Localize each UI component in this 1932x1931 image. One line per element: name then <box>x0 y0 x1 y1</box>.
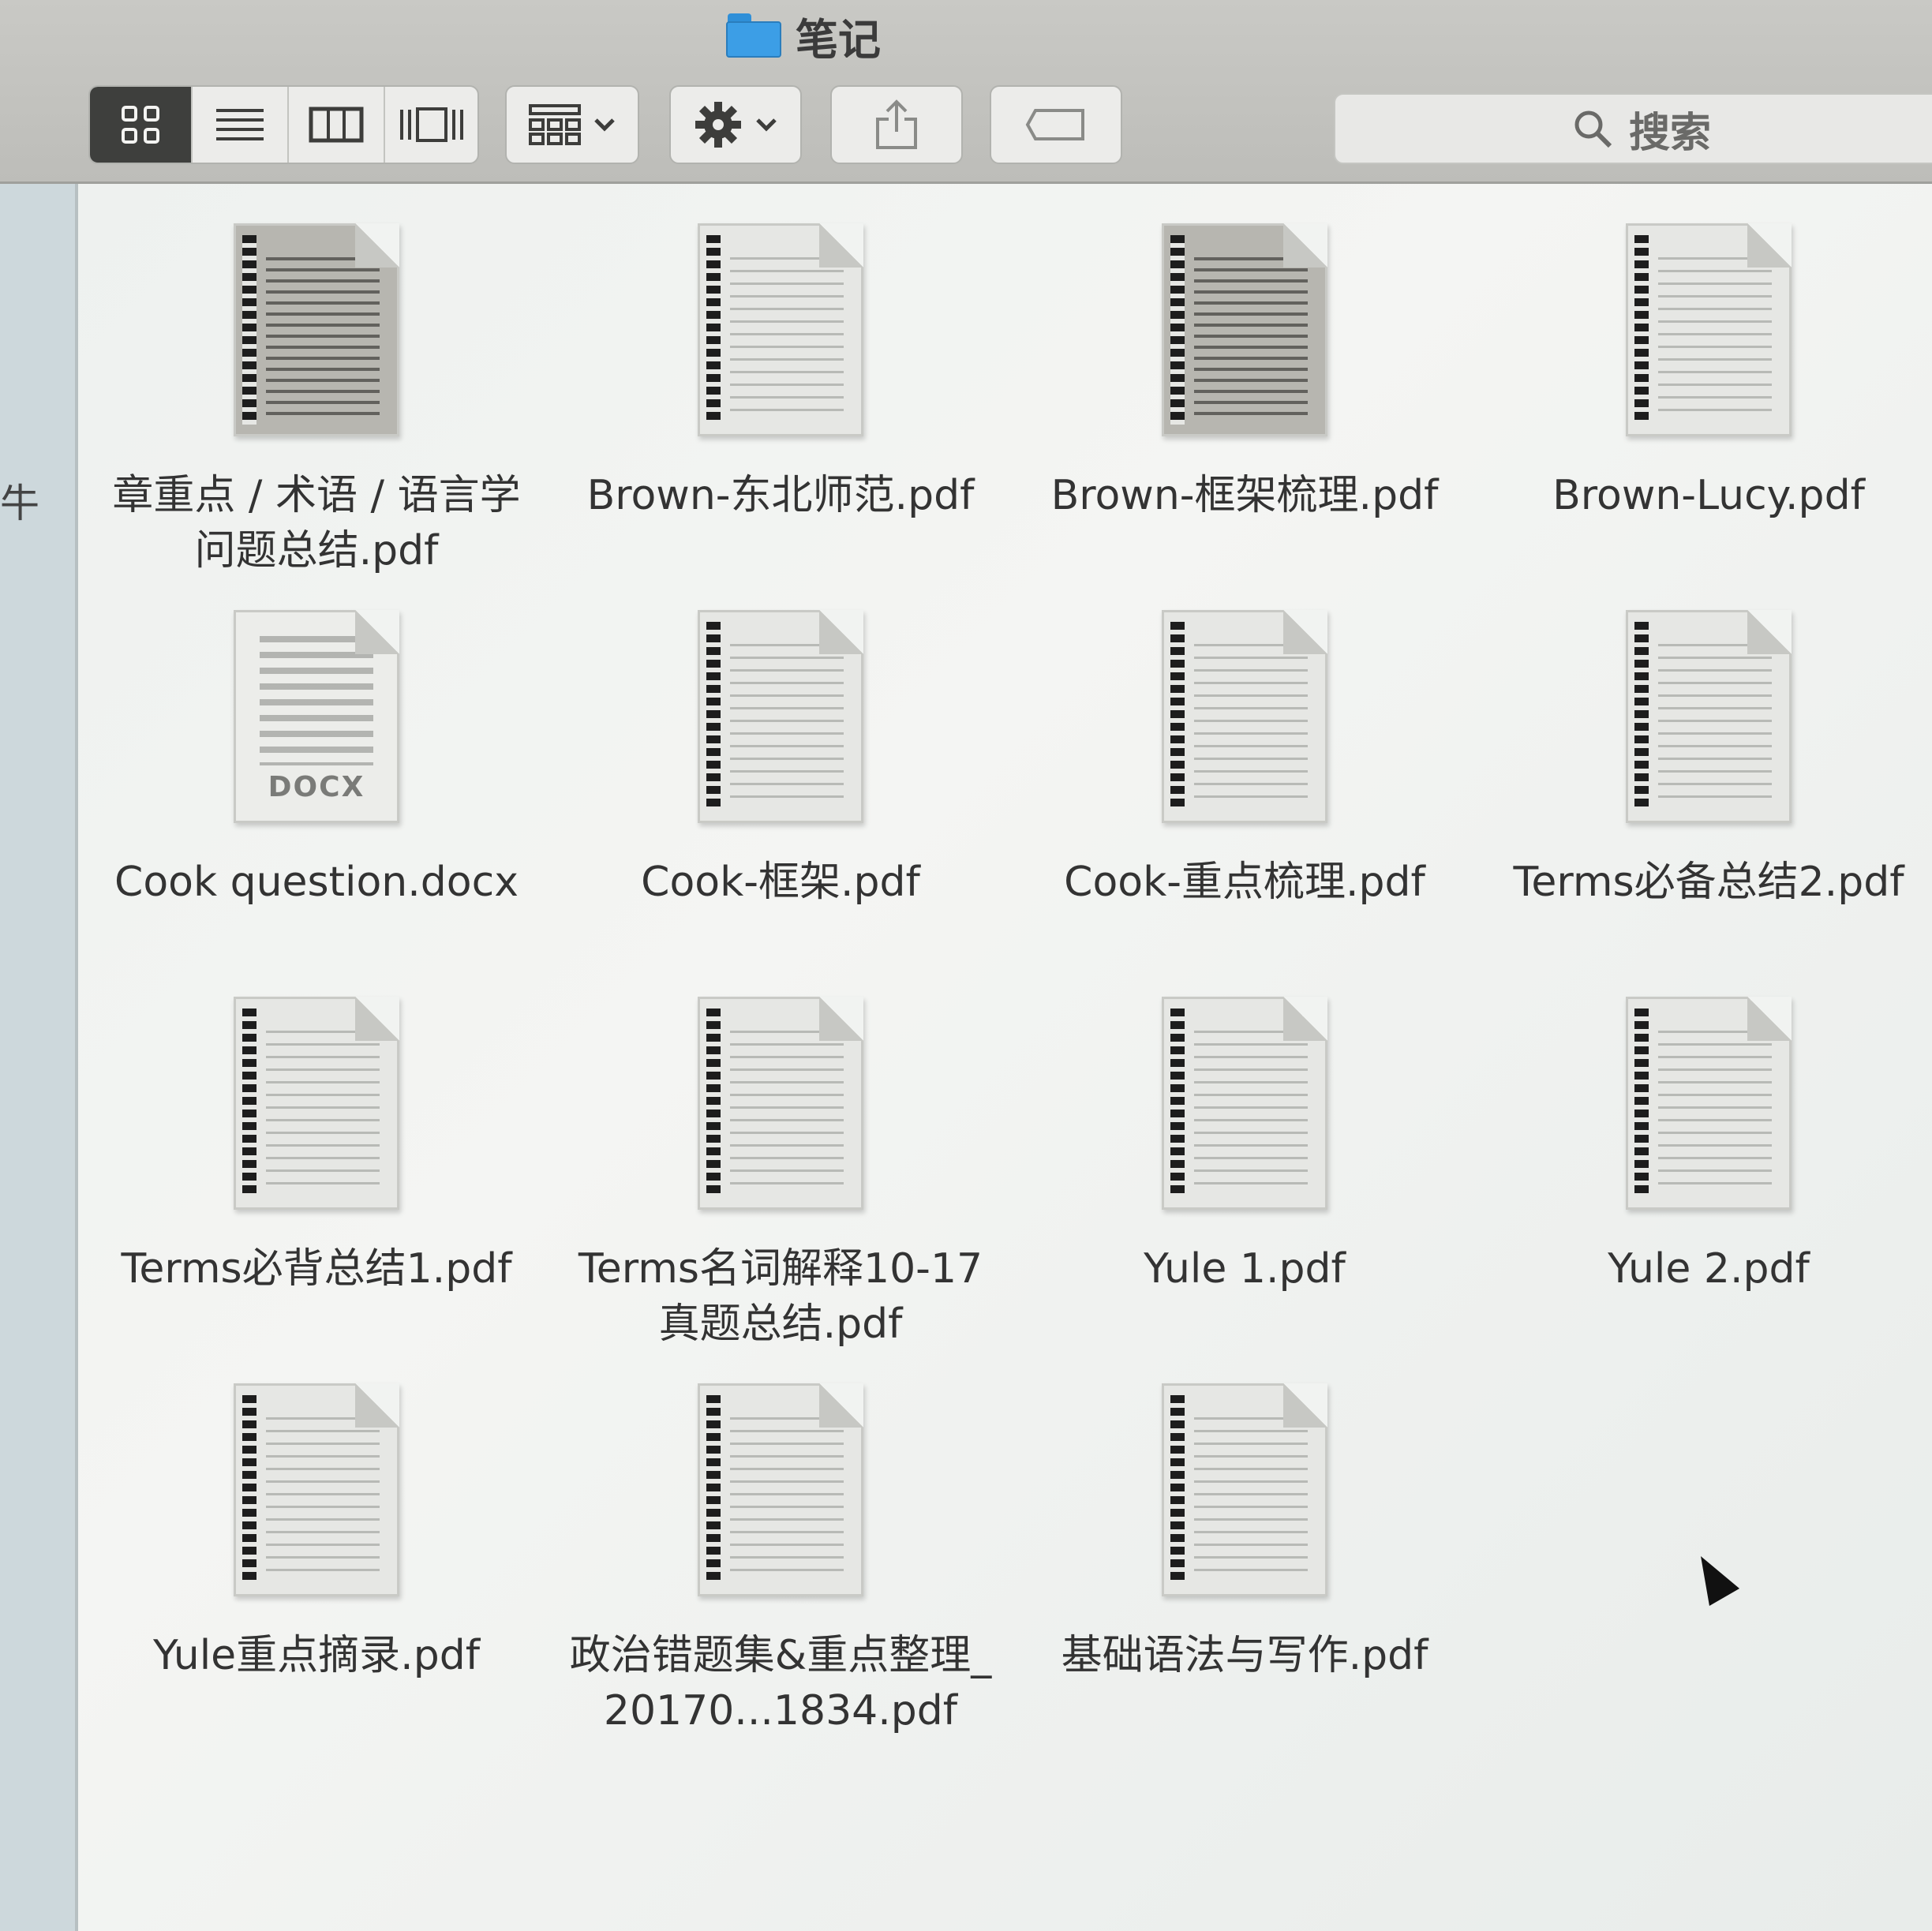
pdf-file-icon <box>698 223 863 436</box>
cover-flow-view-button[interactable] <box>385 87 477 163</box>
pdf-file-icon <box>1626 610 1792 823</box>
file-name: Terms必备总结2.pdf <box>1513 859 1904 906</box>
tag-button[interactable] <box>990 85 1122 164</box>
column-view-button[interactable] <box>289 87 385 163</box>
file-icon-grid: 章重点 / 术语 / 语言学问题总结.pdf Brown-东北师范.pdf Br… <box>78 184 1932 1931</box>
file-item[interactable]: 政治错题集&重点整理_20170...1834.pdf <box>560 1383 1002 1738</box>
pdf-file-icon <box>1162 223 1327 436</box>
folder-icon <box>726 13 781 58</box>
chevron-down-icon <box>594 118 615 132</box>
pdf-file-icon <box>1626 223 1792 436</box>
gear-icon <box>695 102 741 148</box>
file-name: Brown-Lucy.pdf <box>1552 472 1865 519</box>
file-name: Brown-东北师范.pdf <box>586 472 975 519</box>
chevron-down-icon <box>756 118 777 132</box>
pdf-file-icon <box>234 223 399 436</box>
file-item[interactable]: Yule 1.pdf <box>1024 997 1466 1297</box>
columns-icon <box>309 107 364 143</box>
search-placeholder: 搜索 <box>1628 109 1711 157</box>
pdf-file-icon <box>698 1383 863 1596</box>
file-name: 政治错题集&重点整理_20170...1834.pdf <box>569 1632 992 1735</box>
file-item[interactable]: Yule 2.pdf <box>1488 997 1930 1297</box>
file-name: Cook question.docx <box>114 859 519 906</box>
window-title: 笔记 <box>796 14 881 65</box>
finder-window: 笔记 搜索 牛 章重点 / 术语 / 语言学问题总结.pdf Brown-东北师… <box>0 0 1932 1931</box>
file-name: Yule 1.pdf <box>1144 1245 1346 1293</box>
icon-view-button[interactable] <box>90 87 193 163</box>
toolbar: 笔记 搜索 <box>0 0 1932 184</box>
file-item[interactable]: Cook-框架.pdf <box>560 610 1002 910</box>
pdf-file-icon <box>1626 997 1792 1210</box>
pdf-file-icon <box>1162 610 1327 823</box>
group-grid-icon <box>529 104 581 145</box>
file-name: Terms名词解释10-17真题总结.pdf <box>578 1245 983 1348</box>
file-item[interactable]: Terms名词解释10-17真题总结.pdf <box>560 997 1002 1352</box>
file-name: 基础语法与写作.pdf <box>1061 1632 1428 1679</box>
file-item[interactable]: Yule重点摘录.pdf <box>95 1383 537 1683</box>
file-item[interactable]: DOCX Cook question.docx <box>95 610 537 910</box>
action-button[interactable] <box>669 85 802 164</box>
file-item[interactable]: Terms必背总结1.pdf <box>95 997 537 1297</box>
file-item[interactable]: Brown-框架梳理.pdf <box>1024 223 1466 523</box>
file-name: Cook-框架.pdf <box>641 859 920 906</box>
share-button[interactable] <box>830 85 963 164</box>
cover-flow-icon <box>399 107 463 142</box>
pdf-file-icon <box>698 610 863 823</box>
file-name: Yule 2.pdf <box>1608 1245 1810 1293</box>
file-item[interactable]: 基础语法与写作.pdf <box>1024 1383 1466 1683</box>
file-item[interactable]: 章重点 / 术语 / 语言学问题总结.pdf <box>95 223 537 578</box>
share-icon <box>876 99 917 149</box>
tag-icon <box>1025 109 1084 140</box>
window-title-area: 笔记 <box>726 8 881 65</box>
sidebar-text-fragment: 牛 <box>0 481 39 526</box>
file-name: Cook-重点梳理.pdf <box>1064 859 1425 906</box>
group-by-button[interactable] <box>505 85 639 164</box>
pdf-file-icon <box>234 997 399 1210</box>
file-item[interactable]: Cook-重点梳理.pdf <box>1024 610 1466 910</box>
file-name: Brown-框架梳理.pdf <box>1050 472 1439 519</box>
file-name: 章重点 / 术语 / 语言学问题总结.pdf <box>112 472 521 574</box>
file-name: Yule重点摘录.pdf <box>152 1632 481 1679</box>
sidebar[interactable]: 牛 <box>0 184 78 1931</box>
search-field[interactable]: 搜索 <box>1334 93 1932 164</box>
grid-icon <box>122 106 159 144</box>
view-mode-control <box>88 85 479 164</box>
list-view-button[interactable] <box>193 87 289 163</box>
file-item[interactable]: Brown-Lucy.pdf <box>1488 223 1930 523</box>
docx-file-icon: DOCX <box>234 610 399 823</box>
pdf-file-icon <box>234 1383 399 1596</box>
file-item[interactable]: Terms必备总结2.pdf <box>1488 610 1930 910</box>
file-name: Terms必背总结1.pdf <box>121 1245 512 1293</box>
list-icon <box>216 109 264 140</box>
pdf-file-icon <box>1162 1383 1327 1596</box>
pdf-file-icon <box>1162 997 1327 1210</box>
pdf-file-icon <box>698 997 863 1210</box>
search-icon <box>1574 110 1612 148</box>
file-item[interactable]: Brown-东北师范.pdf <box>560 223 1002 523</box>
file-type-badge: DOCX <box>268 771 365 803</box>
